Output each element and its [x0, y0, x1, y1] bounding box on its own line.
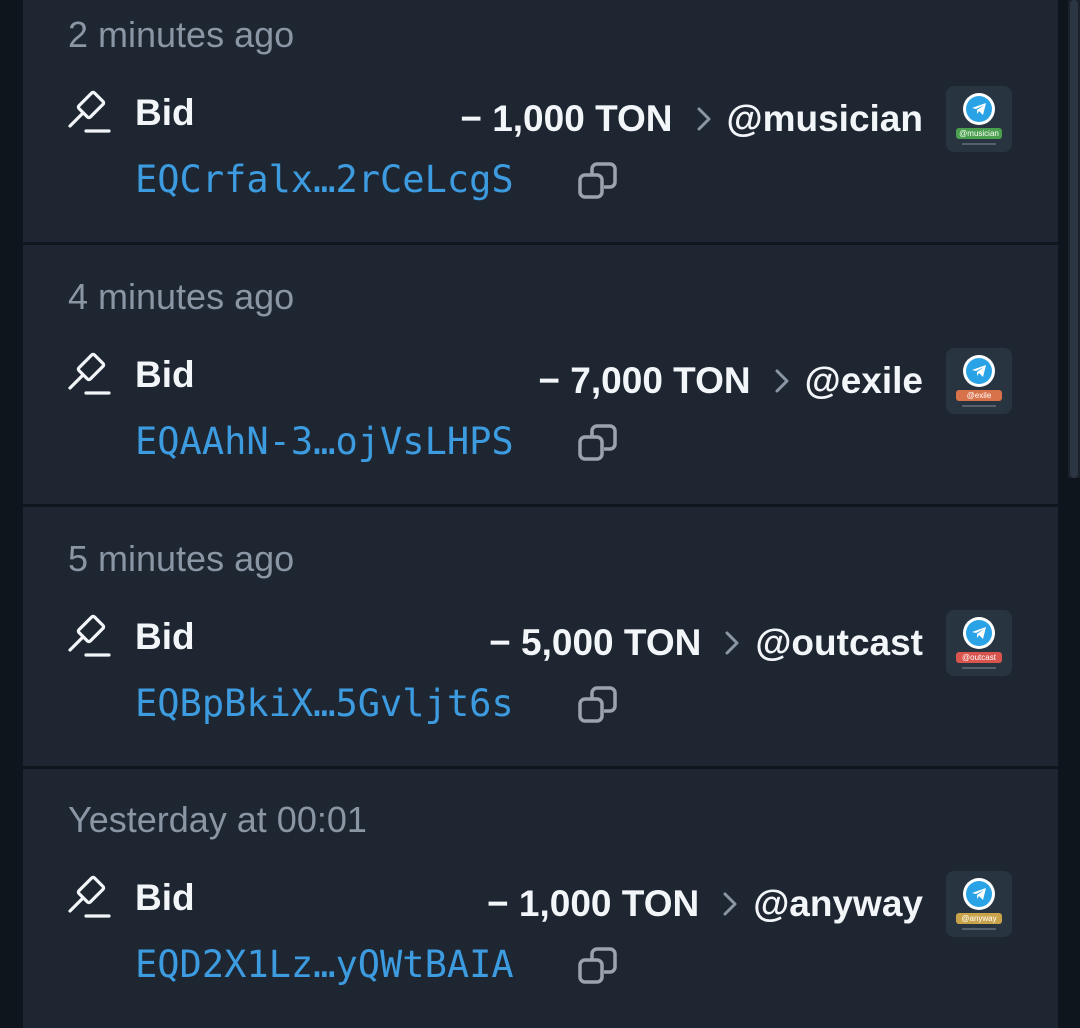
gavel-icon: [68, 352, 111, 395]
chevron-right-icon: [775, 369, 789, 393]
gavel-icon: [68, 90, 111, 133]
thumbnail-tag: @outcast: [956, 652, 1002, 663]
transaction-amount: − 1,000 TON: [487, 883, 700, 924]
transaction-type: Bid: [135, 92, 195, 133]
gavel-icon: [68, 875, 111, 918]
thumbnail-tag: @exile: [956, 390, 1002, 401]
username-link[interactable]: @exile: [805, 360, 923, 402]
transaction-type: Bid: [135, 616, 195, 657]
username-thumbnail[interactable]: @exile: [946, 348, 1012, 414]
wallet-address-link[interactable]: EQD2X1Lz…yQWtBAIA: [135, 943, 514, 986]
telegram-icon: [966, 881, 992, 907]
telegram-icon: [966, 620, 992, 646]
chevron-right-icon: [697, 107, 711, 131]
transaction-amount: − 5,000 TON: [489, 622, 702, 663]
wallet-address-link[interactable]: EQCrfalx…2rCeLcgS: [135, 158, 514, 201]
chevron-right-icon: [725, 631, 739, 655]
copy-icon[interactable]: [577, 160, 619, 202]
divider: [23, 766, 1058, 769]
transaction-amount: − 7,000 TON: [538, 360, 751, 401]
username-link[interactable]: @musician: [727, 98, 923, 140]
username-thumbnail[interactable]: @anyway: [946, 871, 1012, 937]
transaction-type: Bid: [135, 354, 195, 395]
thumbnail-caption: [962, 405, 996, 407]
copy-icon[interactable]: [577, 422, 619, 464]
thumbnail-caption: [962, 928, 996, 930]
thumbnail-tag: @musician: [956, 128, 1002, 139]
transaction-summary: − 7,000 TON @exile: [538, 356, 923, 406]
transaction-item[interactable]: 4 minutes ago Bid − 7,000 TON @exile @ex…: [23, 262, 1058, 523]
scrollbar-thumb[interactable]: [1070, 0, 1078, 478]
transaction-summary: − 1,000 TON @musician: [460, 94, 923, 144]
transaction-amount: − 1,000 TON: [460, 98, 673, 139]
transaction-time: 2 minutes ago: [68, 14, 295, 55]
transaction-time: 4 minutes ago: [68, 276, 295, 317]
transaction-item[interactable]: 5 minutes ago Bid − 5,000 TON @outcast @…: [23, 524, 1058, 785]
gavel-icon: [68, 614, 111, 657]
divider: [23, 242, 1058, 245]
thumbnail-caption: [962, 143, 996, 145]
wallet-address-link[interactable]: EQAAhN-3…ojVsLHPS: [135, 420, 514, 463]
telegram-icon: [966, 96, 992, 122]
transaction-summary: − 1,000 TON @anyway: [487, 879, 923, 929]
username-thumbnail[interactable]: @musician: [946, 86, 1012, 152]
copy-icon[interactable]: [577, 945, 619, 987]
transaction-summary: − 5,000 TON @outcast: [489, 618, 923, 668]
wallet-address-link[interactable]: EQBpBkiX…5Gvljt6s: [135, 682, 514, 725]
thumbnail-caption: [962, 667, 996, 669]
transaction-item[interactable]: 2 minutes ago Bid − 1,000 TON @musician: [23, 0, 1058, 261]
transaction-history-screen: 2 minutes ago Bid − 1,000 TON @musician: [0, 0, 1080, 1028]
transaction-type: Bid: [135, 877, 195, 918]
telegram-icon: [966, 358, 992, 384]
copy-icon[interactable]: [577, 684, 619, 726]
transaction-time: 5 minutes ago: [68, 538, 295, 579]
transaction-time: Yesterday at 00:01: [68, 799, 367, 840]
username-link[interactable]: @outcast: [755, 622, 923, 664]
username-link[interactable]: @anyway: [753, 883, 923, 925]
thumbnail-tag: @anyway: [956, 913, 1002, 924]
divider: [23, 504, 1058, 507]
transaction-list: 2 minutes ago Bid − 1,000 TON @musician: [23, 0, 1058, 1028]
transaction-item[interactable]: Yesterday at 00:01 Bid − 1,000 TON @anyw…: [23, 785, 1058, 1028]
chevron-right-icon: [723, 892, 737, 916]
username-thumbnail[interactable]: @outcast: [946, 610, 1012, 676]
